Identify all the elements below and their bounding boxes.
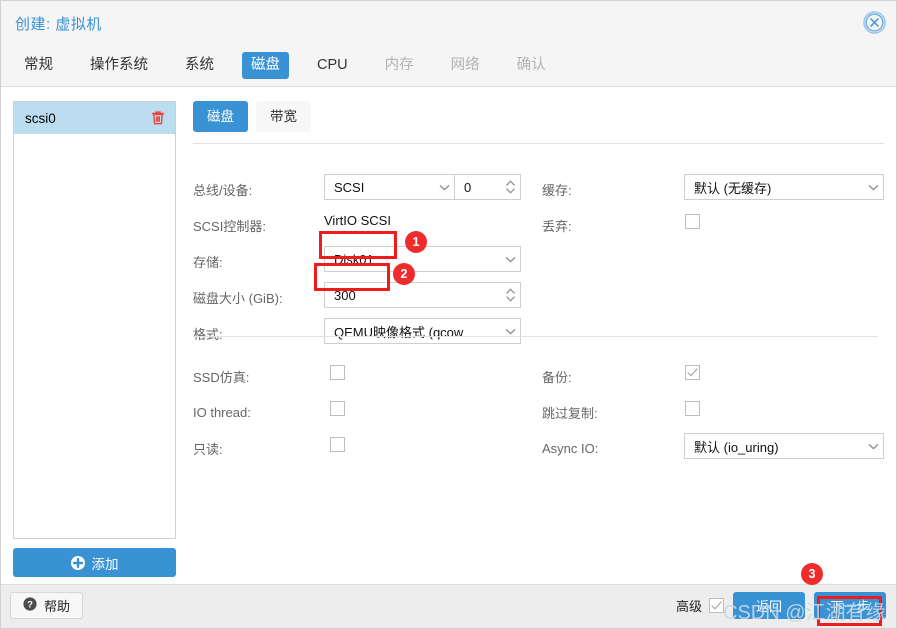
- disk-form: 总线/设备: SCSI 0 SCSI控制器: VirtIO SCSI 存储: D…: [193, 144, 884, 474]
- discard-checkbox[interactable]: [685, 214, 700, 229]
- tab-cpu[interactable]: CPU: [308, 52, 357, 79]
- bus-device-label-row: 总线/设备:: [193, 175, 252, 203]
- tab-memory[interactable]: 内存: [376, 52, 423, 79]
- chevron-down-icon: [505, 328, 516, 335]
- readonly-label: 只读:: [193, 441, 223, 457]
- advanced-checkbox[interactable]: [709, 598, 724, 613]
- tab-disks[interactable]: 磁盘: [242, 52, 289, 79]
- storage-value: Disk01: [334, 251, 374, 267]
- chevron-down-icon: [868, 443, 879, 450]
- scsi-controller-label-row: SCSI控制器:: [193, 211, 266, 239]
- cache-label: 缓存:: [542, 182, 572, 198]
- readonly-checkbox[interactable]: [330, 437, 345, 452]
- device-number-stepper[interactable]: 0: [454, 174, 521, 200]
- close-icon[interactable]: [862, 10, 887, 35]
- create-vm-dialog: 创建: 虚拟机 常规 操作系统 系统 磁盘 CPU 内存 网络 确认 scsi0: [0, 0, 897, 629]
- io-thread-checkbox[interactable]: [330, 401, 345, 416]
- svg-text:?: ?: [27, 600, 33, 611]
- cache-label-row: 缓存:: [542, 175, 572, 203]
- bus-value: SCSI: [334, 179, 365, 195]
- add-disk-button[interactable]: 添加: [13, 548, 176, 577]
- scsi-controller-label: SCSI控制器:: [193, 218, 266, 234]
- device-name: scsi0: [25, 110, 56, 126]
- next-button[interactable]: 下一步: [814, 592, 886, 619]
- disk-subtab-bar: 磁盘 带宽: [193, 101, 884, 132]
- page-title: 创建: 虚拟机: [15, 16, 102, 33]
- help-button[interactable]: ? 帮助: [10, 592, 84, 619]
- format-select[interactable]: QEMU映像格式 (qcow: [324, 318, 521, 344]
- tab-system[interactable]: 系统: [176, 52, 223, 79]
- list-item-scsi0[interactable]: scsi0: [14, 102, 175, 134]
- io-thread-label: IO thread:: [193, 404, 251, 420]
- bus-device-label: 总线/设备:: [193, 182, 253, 198]
- device-number-value: 0: [464, 179, 472, 195]
- disk-size-label-row: 磁盘大小 (GiB):: [193, 283, 283, 311]
- chevron-down-icon: [868, 184, 879, 191]
- tab-os[interactable]: 操作系统: [81, 52, 157, 79]
- device-list: scsi0: [13, 101, 176, 539]
- format-label: 格式:: [193, 326, 223, 342]
- stepper-arrows-icon[interactable]: [505, 287, 516, 303]
- disk-size-stepper[interactable]: 300: [324, 282, 521, 308]
- footer-actions: 高级 返回 下一步: [676, 592, 886, 619]
- storage-label-row: 存储:: [193, 247, 223, 275]
- advanced-label: 高级: [675, 599, 702, 614]
- readonly-label-row: 只读:: [193, 434, 223, 462]
- tab-bar: 常规 操作系统 系统 磁盘 CPU 内存 网络 确认: [1, 45, 896, 87]
- format-label-row: 格式:: [193, 319, 223, 347]
- discard-label: 丢弃:: [542, 218, 572, 234]
- backup-label: 备份:: [542, 369, 572, 385]
- section-divider: [193, 336, 878, 337]
- cache-select[interactable]: 默认 (无缓存): [684, 174, 884, 200]
- io-thread-label-row: IO thread:: [193, 398, 251, 426]
- skip-replication-label: 跳过复制:: [542, 405, 598, 421]
- async-io-label-row: Async IO:: [542, 434, 598, 462]
- advanced-toggle[interactable]: 高级: [676, 596, 724, 615]
- backup-checkbox[interactable]: [685, 365, 700, 380]
- storage-label: 存储:: [193, 254, 223, 270]
- async-io-select[interactable]: 默认 (io_uring): [684, 433, 884, 459]
- skip-replication-label-row: 跳过复制:: [542, 398, 598, 426]
- ssd-emulation-label-row: SSD仿真:: [193, 362, 249, 390]
- tab-general[interactable]: 常规: [15, 52, 62, 79]
- skip-replication-checkbox[interactable]: [685, 401, 700, 416]
- add-disk-label: 添加: [91, 556, 119, 572]
- disk-settings-panel: 磁盘 带宽 总线/设备: SCSI 0 SCSI控制器: VirtIO SCSI…: [193, 101, 884, 474]
- storage-select[interactable]: Disk01: [324, 246, 521, 272]
- back-button[interactable]: 返回: [733, 592, 805, 619]
- scsi-controller-value: VirtIO SCSI: [324, 213, 391, 228]
- help-circle-icon: ?: [23, 597, 37, 614]
- backup-label-row: 备份:: [542, 362, 572, 390]
- disk-size-label: 磁盘大小 (GiB):: [193, 290, 283, 306]
- dialog-header: 创建: 虚拟机: [1, 1, 896, 45]
- async-io-value: 默认 (io_uring): [694, 439, 779, 455]
- dialog-body: scsi0 添加 磁盘 带宽 总线/设备: SCSI 0 SCSI控制器: Vi…: [1, 87, 896, 584]
- subtab-disk[interactable]: 磁盘: [193, 101, 248, 132]
- bus-select[interactable]: SCSI: [324, 174, 455, 200]
- trash-icon[interactable]: [151, 110, 165, 126]
- chevron-down-icon: [439, 184, 450, 191]
- stepper-arrows-icon[interactable]: [505, 179, 516, 195]
- plus-circle-icon: [70, 555, 85, 570]
- chevron-down-icon: [505, 256, 516, 263]
- cache-value: 默认 (无缓存): [694, 180, 772, 196]
- async-io-label: Async IO:: [542, 440, 599, 456]
- ssd-emulation-checkbox[interactable]: [330, 365, 345, 380]
- discard-label-row: 丢弃:: [542, 211, 572, 239]
- disk-size-value: 300: [334, 287, 356, 303]
- dialog-footer: ? 帮助 高级 返回 下一步: [1, 584, 896, 628]
- subtab-bandwidth[interactable]: 带宽: [256, 101, 311, 132]
- tab-confirm[interactable]: 确认: [508, 52, 555, 79]
- scsi-controller-value-wrap: VirtIO SCSI: [324, 213, 391, 228]
- help-label: 帮助: [44, 599, 71, 614]
- ssd-emulation-label: SSD仿真:: [193, 369, 250, 385]
- device-list-panel: scsi0 添加: [13, 101, 176, 577]
- format-value: QEMU映像格式 (qcow: [334, 324, 464, 340]
- tab-network[interactable]: 网络: [442, 52, 489, 79]
